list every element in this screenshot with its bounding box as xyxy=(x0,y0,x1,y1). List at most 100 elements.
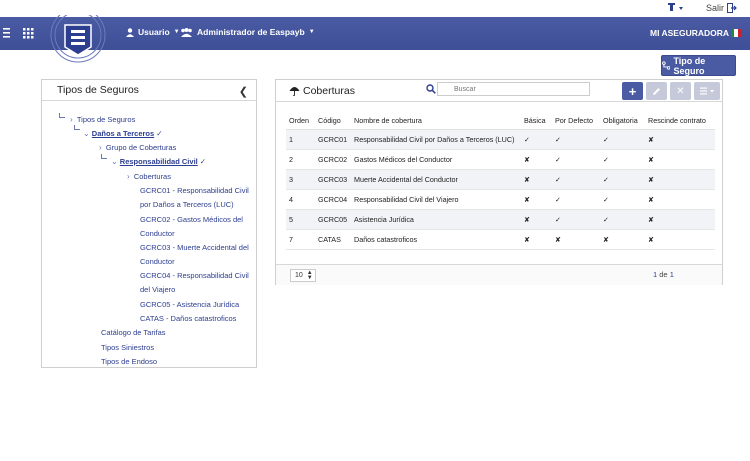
tree-line xyxy=(101,154,107,159)
page-size-value: 10 xyxy=(295,272,303,279)
logout-link[interactable]: Salir xyxy=(706,3,724,13)
column-header[interactable]: Por Defecto xyxy=(552,113,600,130)
tree-leaf[interactable]: GCRC01 - Responsabilidad Civil xyxy=(140,186,249,195)
chevron-right-icon[interactable]: › xyxy=(127,172,130,181)
cell-por-defecto: ✓ xyxy=(552,129,600,150)
cell-rescinde: ✘ xyxy=(645,189,715,210)
check-icon: ✓ xyxy=(199,157,207,166)
cell-codigo: GCRC01 xyxy=(315,129,351,150)
tree-leaf[interactable]: GCRC05 - Asistencia Jurídica xyxy=(140,300,239,309)
admin-menu[interactable]: Administrador de Easpayb ▼ xyxy=(180,27,315,37)
cell-obligatoria: ✓ xyxy=(600,209,645,230)
chevron-down-icon[interactable]: ⌄ xyxy=(83,129,90,138)
utility-bar: Salir xyxy=(0,0,750,17)
table-header-row: Orden Código Nombre de cobertura Básica … xyxy=(286,113,715,130)
users-group-icon xyxy=(181,27,192,37)
table-row[interactable]: 5 GCRC05 Asistencia Jurídica ✘ ✓ ✓ ✘ xyxy=(286,209,715,230)
tree-node-grupo[interactable]: › Grupo de Coberturas xyxy=(99,143,176,152)
tree-leaf[interactable]: GCRC02 - Gastos Médicos del xyxy=(140,215,243,224)
cell-nombre: Responsabilidad Civil por Daños a Tercer… xyxy=(351,129,521,150)
more-menu-button[interactable] xyxy=(694,82,720,100)
tree-node-endoso[interactable]: Tipos de Endoso xyxy=(101,357,157,366)
chevron-right-icon[interactable]: › xyxy=(99,143,102,152)
delete-button[interactable]: ✕ xyxy=(670,82,691,100)
tipo-de-seguro-button[interactable]: Tipo de Seguro xyxy=(661,55,736,76)
cell-por-defecto: ✓ xyxy=(552,169,600,190)
table-row[interactable]: 2 GCRC02 Gastos Médicos del Conductor ✘ … xyxy=(286,149,715,170)
table-row[interactable]: 4 GCRC04 Responsabilidad Civil del Viaje… xyxy=(286,189,715,210)
cell-basica: ✘ xyxy=(521,229,552,250)
coberturas-table: Orden Código Nombre de cobertura Básica … xyxy=(286,113,715,250)
search-box xyxy=(423,82,590,96)
cell-por-defecto: ✓ xyxy=(552,209,600,230)
chevron-down-icon[interactable]: ⌄ xyxy=(111,157,118,166)
column-header[interactable]: Orden xyxy=(286,113,315,130)
tree-leaf[interactable]: GCRC03 - Muerte Accidental del xyxy=(140,243,249,252)
cell-basica: ✘ xyxy=(521,189,552,210)
search-icon xyxy=(426,84,436,94)
cell-rescinde: ✘ xyxy=(645,229,715,250)
cell-orden: 5 xyxy=(286,209,315,230)
cell-basica: ✘ xyxy=(521,169,552,190)
tree-leaf[interactable]: GCRC04 - Responsabilidad Civil xyxy=(140,271,249,280)
cell-codigo: GCRC02 xyxy=(315,149,351,170)
column-header[interactable]: Rescinde contrato xyxy=(645,113,715,130)
close-icon: ✕ xyxy=(676,85,685,97)
tree-leaf[interactable]: por Daños a Terceros (LUC) xyxy=(140,200,234,209)
company-logo[interactable] xyxy=(48,15,108,65)
tree-node-root[interactable]: › Tipos de Seguros xyxy=(70,115,135,124)
column-header[interactable]: Básica xyxy=(521,113,552,130)
column-header[interactable]: Código xyxy=(315,113,351,130)
tree-leaf[interactable]: Conductor xyxy=(140,229,175,238)
tree-leaf[interactable]: del Viajero xyxy=(140,285,175,294)
tree-line xyxy=(59,113,65,118)
column-header[interactable]: Obligatoria xyxy=(600,113,645,130)
cell-codigo: GCRC03 xyxy=(315,169,351,190)
tipos-de-seguros-panel: Tipos de Seguros ❮ › Tipos de Seguros ⌄ … xyxy=(41,79,257,368)
cell-orden: 2 xyxy=(286,149,315,170)
cell-obligatoria: ✓ xyxy=(600,169,645,190)
chevron-right-icon[interactable]: › xyxy=(70,115,73,124)
cell-rescinde: ✘ xyxy=(645,169,715,190)
cell-orden: 1 xyxy=(286,129,315,150)
coberturas-panel: Coberturas + ✕ Orden Código xyxy=(275,79,723,285)
apps-grid-icon[interactable] xyxy=(23,28,34,39)
column-header[interactable]: Nombre de cobertura xyxy=(351,113,521,130)
table-row[interactable]: 3 GCRC03 Muerte Accidental del Conductor… xyxy=(286,169,715,190)
page-size-select[interactable]: 10 ▲ ▼ xyxy=(290,269,316,282)
tree-leaf[interactable]: CATAS - Daños catastroficos xyxy=(140,314,236,323)
pencil-icon xyxy=(653,87,660,95)
usuario-label: Usuario xyxy=(138,27,170,37)
hamburger-menu-icon[interactable] xyxy=(3,27,13,39)
tipo-de-seguro-label: Tipo de Seguro xyxy=(673,55,706,76)
tree-node-siniestros[interactable]: Tipos Siniestros xyxy=(101,343,154,352)
page-total[interactable]: 1 xyxy=(670,270,674,279)
tree-leaf[interactable]: Conductor xyxy=(140,257,175,266)
user-icon xyxy=(126,27,134,37)
umbrella-icon xyxy=(289,87,300,96)
cell-basica: ✘ xyxy=(521,149,552,170)
language-menu[interactable] xyxy=(668,3,684,16)
flag-icon xyxy=(668,3,683,11)
search-input[interactable] xyxy=(437,82,590,96)
tree-node-resp-civil[interactable]: ⌄ Responsabilidad Civil ✓ xyxy=(111,157,206,166)
branch-icon xyxy=(662,61,671,70)
edit-button[interactable] xyxy=(646,82,667,100)
table-row[interactable]: 1 GCRC01 Responsabilidad Civil por Daños… xyxy=(286,129,715,150)
stepper-icon: ▲ ▼ xyxy=(306,269,313,281)
logout-icon[interactable] xyxy=(727,3,737,13)
table-row[interactable]: 7 CATAS Daños catastroficos ✘ ✘ ✘ ✘ xyxy=(286,229,715,250)
cell-codigo: GCRC05 xyxy=(315,209,351,230)
tree-node-catalogo[interactable]: Catálogo de Tarifas xyxy=(101,328,166,337)
cell-nombre: Asistencia Jurídica xyxy=(351,209,521,230)
main-navbar: Usuario ▼ Administrador de Easpayb ▼ MI … xyxy=(0,15,750,63)
chevron-down-icon: ▼ xyxy=(308,29,315,35)
usuario-menu[interactable]: Usuario ▼ xyxy=(126,27,180,37)
mexico-flag-icon xyxy=(731,29,741,37)
page-current[interactable]: 1 xyxy=(653,270,657,279)
chevron-down-icon: ▼ xyxy=(173,29,180,35)
add-button[interactable]: + xyxy=(622,82,643,100)
cell-por-defecto: ✓ xyxy=(552,149,600,170)
tree-node-coberturas[interactable]: › Coberturas xyxy=(127,172,171,181)
tree-node-danos[interactable]: ⌄ Daños a Terceros ✓ xyxy=(83,129,162,138)
